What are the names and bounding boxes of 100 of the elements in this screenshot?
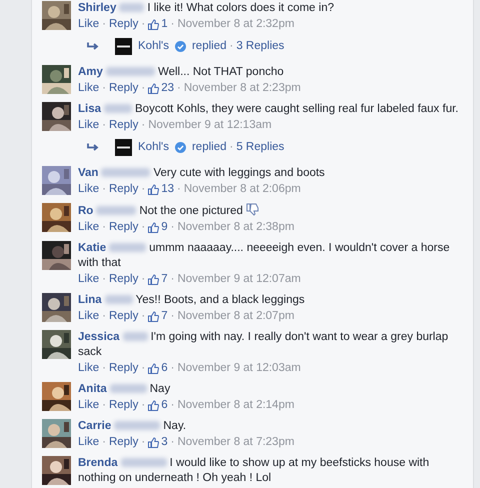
like-link[interactable]: Like — [78, 182, 100, 197]
like-count[interactable]: 6 — [161, 361, 168, 376]
replies-link[interactable]: 5 Replies — [236, 141, 284, 153]
separator: · — [102, 272, 106, 287]
reply-link[interactable]: Reply — [108, 272, 138, 287]
comment-text: Carrie Nay. — [78, 419, 188, 434]
reply-link[interactable]: Reply — [108, 309, 138, 324]
separator: · — [141, 17, 146, 32]
separator: · — [141, 272, 146, 287]
comment-text: Ro Not the one pictured — [78, 203, 463, 219]
blurred-name — [114, 421, 160, 430]
reply-link[interactable]: Reply — [108, 182, 138, 197]
blurred-name — [106, 67, 155, 76]
thumbs-up-icon — [148, 400, 160, 411]
like-link[interactable]: Like — [78, 81, 100, 96]
separator: · — [141, 81, 146, 96]
like-count[interactable]: 3 — [161, 435, 168, 450]
separator: · — [102, 398, 106, 413]
reply-link[interactable]: Reply — [108, 220, 138, 235]
separator: · — [102, 435, 106, 450]
comment-text: Van Very cute with leggings and boots — [78, 166, 326, 181]
like-link[interactable]: Like — [78, 309, 100, 324]
like-link[interactable]: Like — [78, 220, 100, 235]
reply-link[interactable]: Reply — [108, 435, 138, 450]
separator: · — [141, 182, 146, 197]
separator: · — [170, 220, 174, 235]
replied-label: replied — [192, 40, 226, 52]
separator: · — [141, 118, 146, 133]
separator: · — [230, 141, 234, 153]
separator: · — [102, 81, 106, 96]
thumbs-up-icon — [148, 274, 160, 285]
separator: · — [102, 309, 106, 324]
separator: · — [102, 182, 106, 197]
thumbs-up-icon — [148, 311, 160, 322]
like-link[interactable]: Like — [78, 398, 100, 413]
page-name[interactable]: Kohl's — [138, 141, 169, 153]
reply-arrow-icon — [87, 40, 99, 52]
replies-link[interactable]: 3 Replies — [236, 40, 284, 52]
replied-label: replied — [192, 141, 226, 153]
separator: · — [170, 361, 174, 376]
reply-link[interactable]: Reply — [108, 17, 138, 32]
comment-text: Amy Well... Not THAT poncho — [78, 65, 285, 80]
comment-text: Anita Nay — [78, 382, 172, 397]
blurred-name — [96, 206, 136, 215]
like-link[interactable]: Like — [78, 17, 100, 32]
blurred-name — [120, 458, 167, 467]
separator: · — [170, 17, 174, 32]
separator: · — [170, 272, 174, 287]
page-logo-icon — [115, 138, 132, 156]
blurred-name — [104, 104, 132, 113]
thumbs-up-icon — [148, 222, 160, 233]
reply-arrow-icon — [87, 142, 99, 152]
like-link[interactable]: Like — [78, 118, 100, 133]
comment-text: Jessica I'm going with nay. I really don't want to wear a grey burlap sack — [78, 330, 450, 360]
reply-link[interactable]: Reply — [108, 398, 138, 413]
separator: · — [102, 361, 106, 376]
separator: · — [141, 361, 146, 376]
page-name[interactable]: Kohl's — [138, 40, 169, 52]
separator: · — [177, 81, 181, 96]
like-link[interactable]: Like — [78, 272, 100, 287]
separator: · — [141, 398, 146, 413]
like-count[interactable]: 7 — [161, 272, 168, 287]
separator: · — [177, 182, 181, 197]
thumbs-up-icon — [148, 363, 160, 374]
blurred-name — [122, 332, 148, 341]
page-logo-icon — [115, 38, 132, 54]
comment-text: Shirley I like it! What colors does it come in? — [78, 1, 335, 16]
thumbs-up-icon — [148, 19, 160, 30]
comment-text: Lisa Boycott Kohls, they were caught selling real fur labeled faux fur. — [78, 102, 460, 117]
like-count[interactable]: 13 — [161, 182, 174, 197]
blurred-name — [119, 3, 144, 12]
separator: · — [102, 220, 106, 235]
blurred-name — [104, 295, 133, 304]
reply-link[interactable]: Reply — [108, 81, 138, 96]
separator: · — [170, 435, 174, 450]
like-link[interactable]: Like — [78, 361, 100, 376]
reply-link[interactable]: Reply — [108, 118, 138, 133]
separator: · — [170, 398, 174, 413]
like-count[interactable]: 7 — [161, 309, 168, 324]
separator: · — [141, 435, 146, 450]
blurred-name — [101, 168, 150, 177]
comment-text: Brenda I would like to show up at my beefsticks house with nothing on underneath ! Oh yeah ! Lol — [78, 456, 430, 486]
separator: · — [170, 309, 174, 324]
like-count[interactable]: 1 — [161, 17, 168, 32]
like-count[interactable]: 9 — [161, 220, 168, 235]
blurred-name — [109, 243, 146, 252]
separator: · — [141, 220, 146, 235]
like-count[interactable]: 23 — [161, 81, 174, 96]
thumbs-up-icon — [148, 437, 160, 448]
separator: · — [141, 309, 146, 324]
separator: · — [230, 40, 234, 52]
comment-text: Katie ummm naaaaay.... neeeeigh even. I wouldn't cover a horse with that — [78, 241, 451, 271]
thumbs-up-icon — [148, 83, 160, 94]
comment-text: Lina Yes!! Boots, and a black leggings — [78, 293, 306, 308]
like-link[interactable]: Like — [78, 435, 100, 450]
like-count[interactable]: 6 — [161, 398, 168, 413]
separator: · — [102, 17, 106, 32]
thumbs-up-icon — [148, 184, 160, 195]
separator: · — [102, 118, 106, 133]
reply-link[interactable]: Reply — [108, 361, 138, 376]
